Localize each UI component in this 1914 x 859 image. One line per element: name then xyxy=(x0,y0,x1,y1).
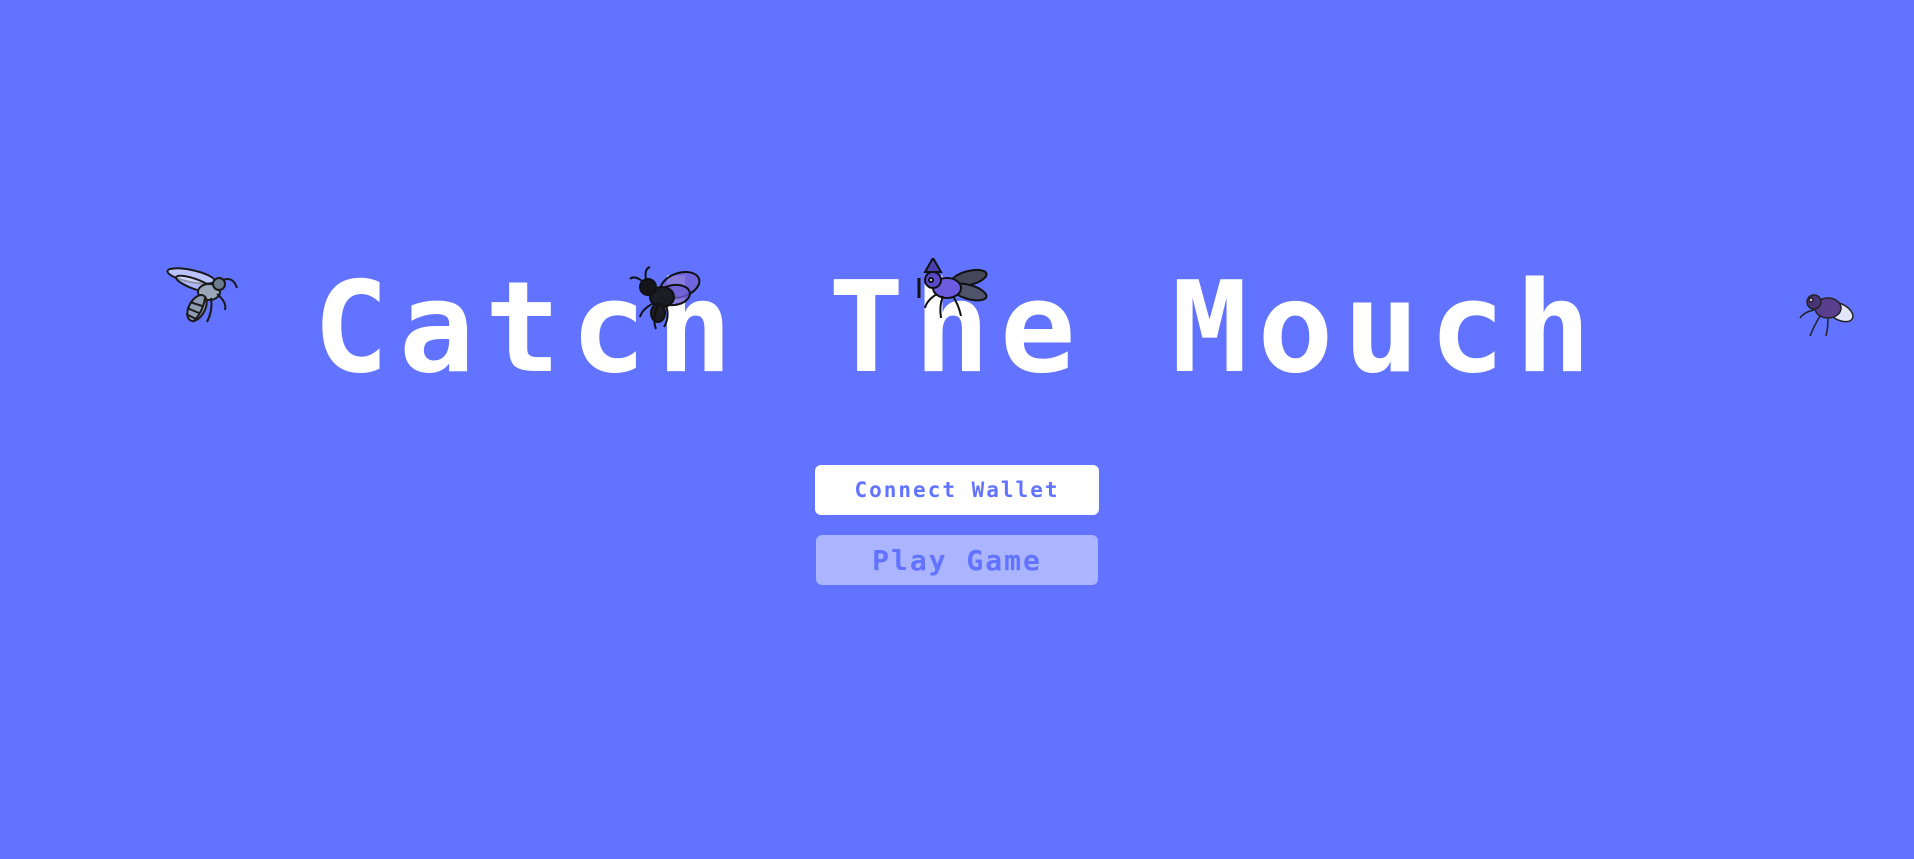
connect-wallet-button[interactable]: Connect Wallet xyxy=(815,465,1099,515)
black-bee-fly-icon xyxy=(629,266,701,330)
purple-housefly-icon xyxy=(1799,294,1854,337)
striped-wasp-fly-icon xyxy=(166,267,238,323)
play-game-button[interactable]: Play Game xyxy=(816,535,1098,585)
menu-buttons: Connect Wallet Play Game xyxy=(0,465,1914,585)
game-start-screen: Catch The Mouch Connect Wallet Play Game xyxy=(0,0,1914,859)
wizard-hat-fly-icon xyxy=(917,258,988,319)
